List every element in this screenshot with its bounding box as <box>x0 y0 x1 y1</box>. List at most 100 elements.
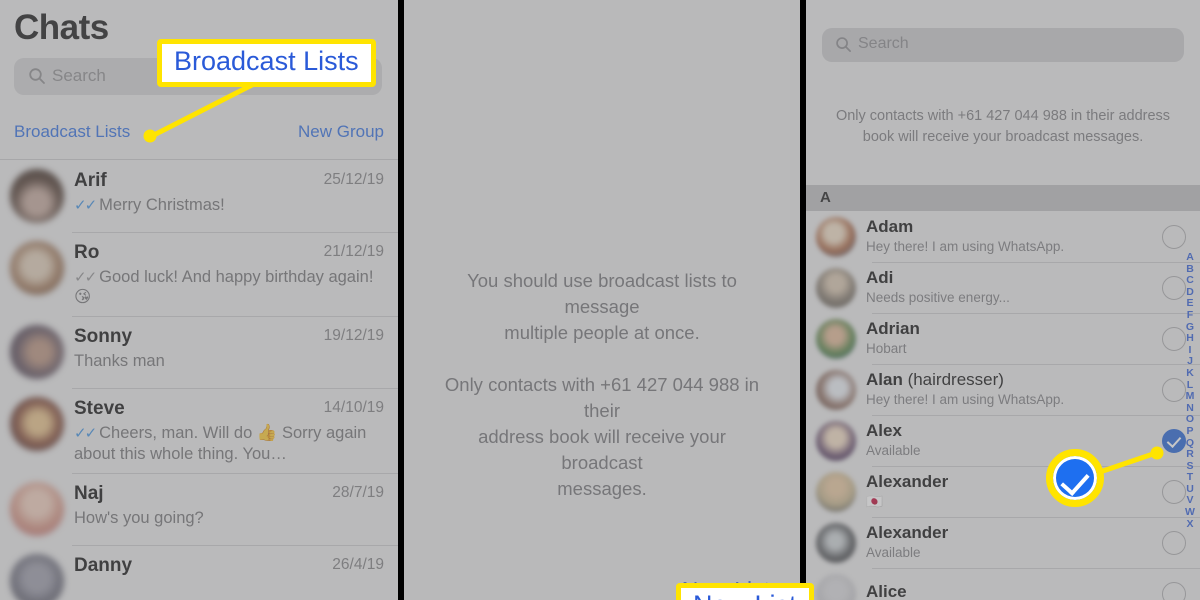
broadcast-lists-link[interactable]: Broadcast Lists <box>14 122 130 142</box>
alpha-index-letter[interactable]: X <box>1186 518 1193 531</box>
avatar <box>816 420 856 461</box>
chat-date: 28/7/19 <box>332 483 384 501</box>
alpha-index-letter[interactable]: P <box>1186 425 1193 438</box>
chat-list-item[interactable]: Danny 26/4/19 <box>0 544 398 600</box>
chat-list: Arif ✓✓ Merry Christmas! 25/12/19 Ro ✓✓ Go… <box>0 160 398 600</box>
read-receipt-icon: ✓✓ <box>74 196 97 214</box>
chat-date: 25/12/19 <box>323 171 384 188</box>
contact-row[interactable]: Adam Hey there! I am using WhatsApp. <box>806 211 1200 262</box>
section-header-a: A <box>806 185 1200 211</box>
chat-preview: Thanks man <box>74 352 165 371</box>
search-icon <box>28 67 46 90</box>
callout-label: New List <box>676 583 814 600</box>
empty-state-text: You should use broadcast lists to messag… <box>436 268 768 502</box>
alpha-index-letter[interactable]: M <box>1186 391 1195 403</box>
avatar <box>816 471 856 512</box>
chat-list-item[interactable]: Naj How's you going? 28/7/19 <box>0 472 398 545</box>
note-line-2: book will receive your broadcast message… <box>862 129 1144 145</box>
avatar <box>10 169 64 223</box>
contact-name: Alice <box>866 582 907 600</box>
alpha-index-letter[interactable]: H <box>1186 333 1194 345</box>
avatar <box>816 573 856 600</box>
contact-status: Hey there! I am using WhatsApp. <box>866 239 1065 255</box>
new-group-link[interactable]: New Group <box>298 122 384 142</box>
section-header-label: A <box>820 189 831 206</box>
contact-status: Available <box>866 443 921 459</box>
read-receipt-icon: ✓✓ <box>74 425 97 443</box>
chat-date: 21/12/19 <box>323 243 384 260</box>
chats-panel: Chats Search Broadcast Lists New Group A… <box>0 0 398 600</box>
contact-name: Adi <box>866 268 894 288</box>
chat-date: 26/4/19 <box>332 555 384 573</box>
contact-status: Available <box>866 545 921 561</box>
chats-action-links: Broadcast Lists New Group <box>0 122 398 152</box>
contact-row[interactable]: Alice <box>806 568 1200 600</box>
contact-row[interactable]: Adrian Hobart <box>806 313 1200 364</box>
contact-checkbox[interactable] <box>1162 224 1186 249</box>
contact-row[interactable]: Alan (hairdresser) Hey there! I am using… <box>806 364 1200 415</box>
new-list-callout: New List <box>676 583 814 600</box>
chat-list-item[interactable]: Sonny Thanks man 19/12/19 <box>0 316 398 388</box>
contact-name: Adrian <box>866 319 920 339</box>
alpha-index-letter[interactable]: R <box>1186 448 1194 461</box>
create-button[interactable]: Create <box>1130 0 1184 5</box>
avatar <box>816 318 856 359</box>
search-icon <box>835 36 852 58</box>
alphabet-index[interactable]: ABCDEFGHIJKLMNOPQRSTUVWX <box>1183 251 1197 531</box>
contact-status: Needs positive energy... <box>866 290 1010 306</box>
screenshot-root: Chats Search Broadcast Lists New Group A… <box>0 0 1200 600</box>
chat-preview: ✓✓ Good luck! And happy birthday again! 😘 <box>74 267 374 307</box>
search-placeholder: Search <box>858 35 909 52</box>
contact-status: 🇯🇵 <box>866 494 883 510</box>
checkbox-callout <box>1046 449 1104 507</box>
alpha-index-letter[interactable]: A <box>1186 251 1194 264</box>
broadcast-lists-empty-panel: You should use broadcast lists to messag… <box>404 0 800 600</box>
contact-name: Alexander <box>866 472 949 492</box>
chat-preview: ✓✓ Merry Christmas! <box>74 195 225 214</box>
chat-preview: ✓✓ Cheers, man. Will do 👍 Sorry again abo… <box>74 424 367 463</box>
alpha-index-letter[interactable]: F <box>1187 309 1193 322</box>
chat-date: 19/12/19 <box>323 327 384 345</box>
avatar <box>10 241 64 295</box>
contact-row[interactable]: Alex Available <box>806 415 1200 466</box>
read-receipt-icon: ✓✓ <box>74 268 97 286</box>
contact-row[interactable]: Alexander 🇯🇵 <box>806 466 1200 517</box>
avatar <box>816 369 856 410</box>
search-placeholder: Search <box>52 66 106 85</box>
note-line-1: Only contacts with +61 427 044 988 in th… <box>835 108 1171 124</box>
chat-preview: How's you going? <box>74 508 204 527</box>
avatar <box>10 481 64 536</box>
contact-checkbox[interactable] <box>1162 530 1186 555</box>
chat-date: 14/10/19 <box>323 399 384 417</box>
avatar <box>10 553 64 600</box>
alpha-index-letter[interactable]: K <box>1186 367 1194 380</box>
avatar <box>10 397 64 452</box>
alpha-index-letter[interactable]: W <box>1185 506 1195 519</box>
chat-list-item[interactable]: Steve ✓✓ Cheers, man. Will do 👍 Sorry aga… <box>0 388 398 472</box>
contact-name: Alex <box>866 421 902 441</box>
empty-line-2: multiple people at once. <box>504 322 700 343</box>
contact-checkbox[interactable] <box>1162 581 1186 600</box>
check-icon <box>1046 449 1104 507</box>
new-broadcast-list-panel: Cancel 0 / 256 Create Search Only contac… <box>806 0 1200 600</box>
avatar <box>816 522 856 563</box>
contact-name: Alexander <box>866 523 949 543</box>
chat-list-item[interactable]: Ro ✓✓ Good luck! And happy birthday again… <box>0 232 398 316</box>
broadcast-note: Only contacts with +61 427 044 988 in th… <box>830 106 1176 148</box>
broadcast-lists-callout: Broadcast Lists <box>157 39 376 87</box>
callout-label: Broadcast Lists <box>157 39 376 87</box>
contact-row[interactable]: Alexander Available <box>806 517 1200 568</box>
empty-line-3: Only contacts with +61 427 044 988 in th… <box>444 374 760 421</box>
chat-list-item[interactable]: Arif ✓✓ Merry Christmas! 25/12/19 <box>0 160 398 232</box>
contact-search-input[interactable]: Search <box>822 28 1184 62</box>
empty-line-4: address book will receive your broadcast <box>478 426 726 473</box>
avatar <box>816 216 856 257</box>
contact-status: Hobart <box>866 341 907 357</box>
contact-name: Adam <box>866 217 914 237</box>
empty-line-5: messages. <box>557 478 647 499</box>
contact-row[interactable]: Adi Needs positive energy... <box>806 262 1200 313</box>
nav-bar: Cancel 0 / 256 Create <box>806 0 1200 20</box>
contact-list: Adam Hey there! I am using WhatsApp. Adi… <box>806 211 1200 600</box>
contact-name: Alan (hairdresser) <box>866 370 1004 390</box>
avatar <box>816 267 856 308</box>
